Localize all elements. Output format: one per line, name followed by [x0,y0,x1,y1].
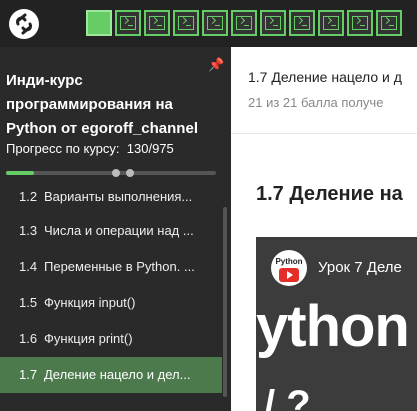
step-2[interactable] [115,10,141,36]
step-1[interactable] [86,10,112,36]
lesson-title: Числа и операции над ... [44,222,194,238]
step-6[interactable] [231,10,257,36]
code-step-icon [236,16,252,30]
course-progress-fill [6,171,34,175]
step-11[interactable] [376,10,402,36]
channel-avatar[interactable]: Python [271,250,307,286]
step-9[interactable] [318,10,344,36]
code-step-icon [149,16,165,30]
top-bar [0,0,417,47]
code-step-icon [178,16,194,30]
code-step-icon [381,16,397,30]
lesson-number: 1.3 [19,222,38,238]
video-player[interactable]: Python Урок 7 Деле ython / ? [256,237,417,411]
lesson-item[interactable]: 1.2 Варианты выполнения... [0,188,222,212]
progress-value: 130/975 [126,141,174,156]
step-score: 21 из 21 балла получе [248,95,384,110]
channel-label: Python [275,257,303,266]
lesson-number: 1.7 [19,367,38,383]
video-thumbnail-text: ython [256,294,410,359]
stepik-logo-icon [8,8,39,39]
youtube-icon [279,268,299,282]
lesson-title: Функция print() [44,331,133,347]
step-title: 1.7 Деление нацело и д [248,69,402,85]
video-thumbnail-text-2: / ? [264,383,311,411]
progress-marker [126,169,134,177]
lesson-number: 1.6 [19,331,38,347]
lesson-item[interactable]: 1.4 Переменные в Python. ... [0,248,222,284]
lesson-title: Переменные в Python. ... [44,258,195,274]
step-10[interactable] [347,10,373,36]
progress-label: Прогресс по курсу: [6,141,120,156]
course-progress-bar [6,169,216,177]
step-navigation [86,10,402,36]
code-step-icon [120,16,136,30]
stepik-logo[interactable] [0,0,47,47]
step-4[interactable] [173,10,199,36]
step-7[interactable] [260,10,286,36]
lesson-title: Деление нацело и дел... [44,367,191,383]
lesson-content: 1.7 Деление нацело и д 21 из 21 балла по… [231,47,417,411]
course-progress-text: Прогресс по курсу: 130/975 [6,141,174,156]
lesson-number: 1.5 [19,294,38,310]
step-3[interactable] [144,10,170,36]
lesson-item[interactable]: 1.3 Числа и операции над ... [0,212,222,248]
code-step-icon [294,16,310,30]
lesson-title: Функция input() [44,294,136,310]
lesson-number: 1.4 [19,258,38,274]
code-step-icon [352,16,368,30]
lesson-item[interactable]: 1.7 Деление нацело и дел... [0,356,222,393]
course-title[interactable]: Инди-курс программирования на Python от … [6,69,211,141]
step-header: 1.7 Деление нацело и д 21 из 21 балла по… [231,47,417,134]
code-step-icon [323,16,339,30]
progress-marker [112,169,120,177]
course-sidebar: 📌 Инди-курс программирования на Python о… [0,47,231,411]
lesson-heading: 1.7 Деление на [256,183,403,205]
code-step-icon [265,16,281,30]
lesson-item[interactable]: 1.5 Функция input() [0,284,222,320]
lesson-title: Варианты выполнения... [44,189,193,204]
sidebar-scrollbar[interactable] [223,207,227,397]
lesson-list: 1.2 Варианты выполнения... 1.3 Числа и опер… [0,188,222,393]
lesson-item[interactable]: 1.6 Функция print() [0,321,222,357]
video-title[interactable]: Урок 7 Деле [318,259,402,276]
code-step-icon [207,16,223,30]
lesson-number: 1.2 [19,189,38,204]
step-8[interactable] [289,10,315,36]
step-5[interactable] [202,10,228,36]
